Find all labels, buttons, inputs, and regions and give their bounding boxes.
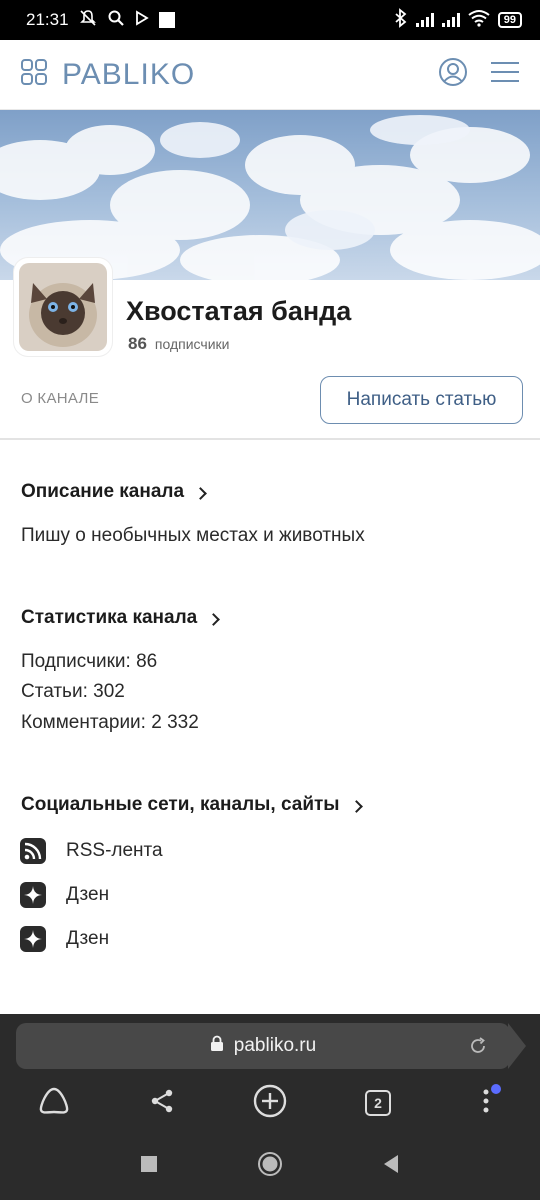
share-button[interactable] [137,1078,187,1128]
channel-title: Хвостатая банда [126,296,352,326]
stats-section-title[interactable]: Статистика канала [21,607,221,629]
dzen-icon [20,926,46,952]
divider [0,438,540,440]
notification-square-icon [158,12,175,28]
status-bar: 21:31 99 [0,0,540,40]
url-text: pabliko.ru [233,1035,317,1056]
tabs-count: 2 [365,1090,391,1116]
grid-logo-icon [20,58,48,91]
more-vertical-icon [482,1088,490,1119]
notification-dot [491,1084,501,1094]
wifi-icon [468,9,490,32]
write-article-button[interactable]: Написать статью [320,376,523,424]
channel-avatar[interactable] [14,258,112,356]
system-nav-bar [0,1132,540,1200]
social-title-text: Социальные сети, каналы, сайты [21,794,340,815]
address-bar-arrow [508,1023,526,1069]
mute-icon [79,9,97,32]
status-time: 21:31 [26,10,69,29]
chevron-right-icon [194,486,207,500]
new-tab-button[interactable] [245,1078,295,1128]
social-item-dzen[interactable]: Дзен [20,882,109,908]
browser-toolbar: 2 [0,1078,540,1128]
channel-cover-image [0,110,540,280]
signal-icon [415,13,434,27]
chevron-right-icon [207,612,221,626]
more-menu-button[interactable] [461,1078,511,1128]
browser-bar: pabliko.ru 2 [0,1014,540,1132]
social-item-label: RSS-лента [66,840,163,861]
stats-comments: Комментарии: 2 332 [21,712,199,733]
user-icon[interactable] [438,57,468,92]
signal-icon-2 [441,13,460,27]
social-item-label: Дзен [66,928,110,949]
about-channel-tab[interactable]: О КАНАЛЕ [21,390,99,407]
subscribers-count: 86 [128,334,147,353]
chevron-right-icon [349,799,363,813]
stats-articles: Статьи: 302 [21,681,125,702]
reload-icon[interactable] [468,1023,488,1069]
description-text: Пишу о необычных местах и животных [21,525,365,546]
social-item-label: Дзен [66,884,110,905]
lock-icon [210,1035,224,1057]
subscribers-label: подписчики [154,336,230,352]
social-item-dzen-2[interactable]: Дзен [20,926,109,952]
battery-icon: 99 [497,12,522,28]
app-header: PABLIKO [0,40,540,110]
logo[interactable]: PABLIKO [20,58,195,92]
description-title-text: Описание канала [21,481,185,502]
play-icon [135,9,149,31]
back-icon[interactable] [382,1154,400,1179]
dzen-icon [20,882,46,908]
plus-circle-icon [253,1084,287,1123]
stats-subscribers: Подписчики: 86 [21,651,158,672]
logo-text: PABLIKO [62,57,196,91]
social-section-title[interactable]: Социальные сети, каналы, сайты [21,794,363,816]
tabs-button[interactable]: 2 [353,1078,403,1128]
address-bar[interactable]: pabliko.ru [16,1023,510,1069]
social-item-rss[interactable]: RSS-лента [20,838,163,864]
share-icon [149,1088,175,1119]
home-alice-button[interactable] [29,1078,79,1128]
subscribers-info: 86 подписчики [128,334,229,354]
bluetooth-icon [394,7,408,33]
alice-icon [37,1086,71,1121]
menu-icon[interactable] [490,61,520,88]
home-icon[interactable] [257,1151,283,1182]
rss-icon [20,838,46,864]
search-icon [107,9,125,32]
description-section-title[interactable]: Описание канала [21,481,207,503]
recents-icon[interactable] [140,1155,158,1178]
stats-title-text: Статистика канала [21,607,198,628]
